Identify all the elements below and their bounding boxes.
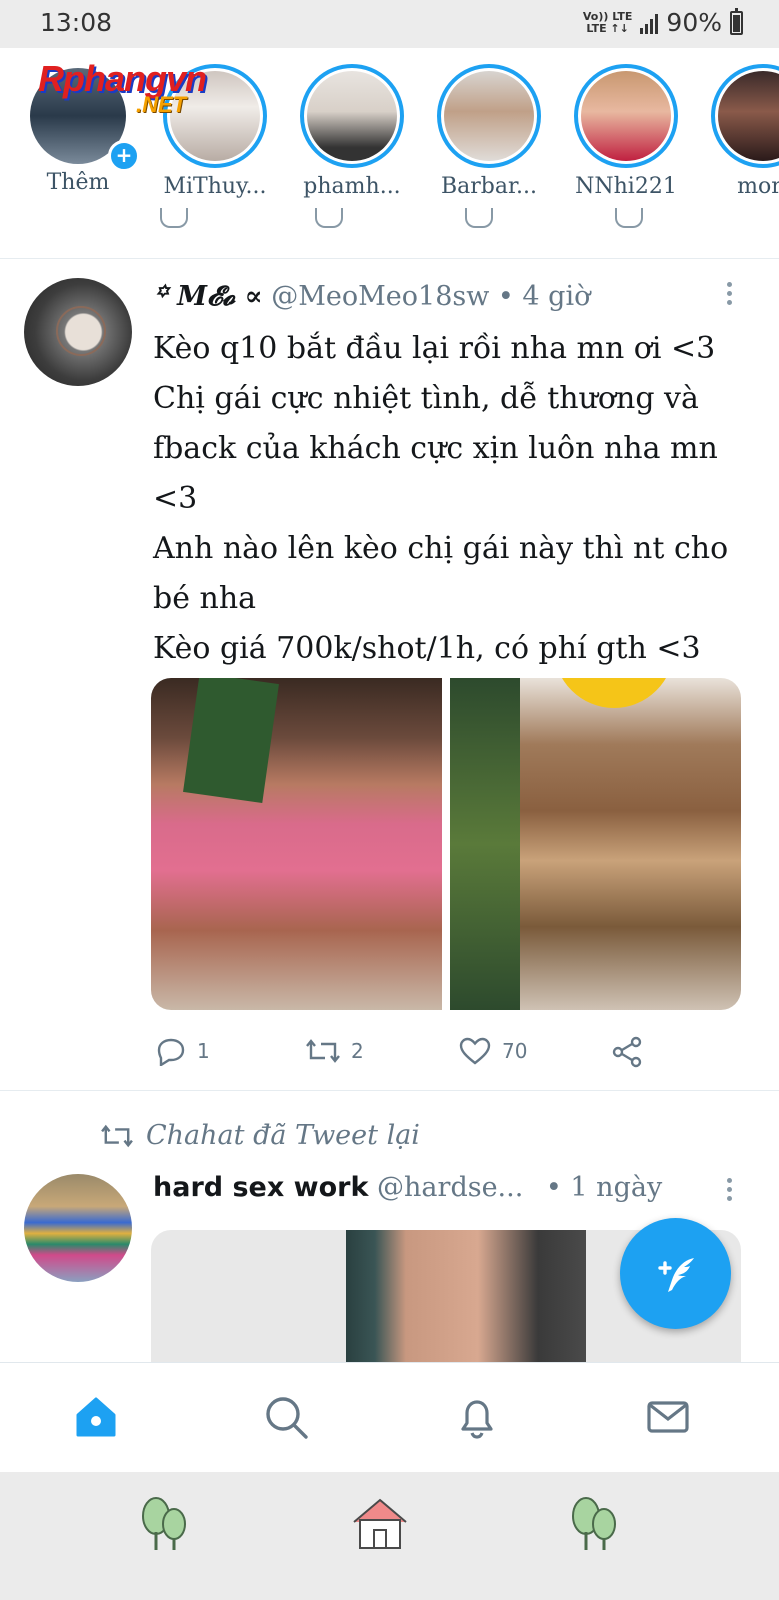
mail-icon [647, 1401, 689, 1433]
compose-icon [657, 1257, 694, 1292]
like-icon [459, 1037, 491, 1065]
tab-messages[interactable] [644, 1393, 692, 1441]
reply-icon [157, 1038, 185, 1066]
tweet-text: Kèo q10 bắt đầu lại rồi nha mn ơi <3 Chị… [153, 331, 738, 666]
status-bar: 13:08 Vo)) LTE LTE ↑↓ 90% [0, 0, 779, 48]
retweet-icon [306, 1039, 340, 1063]
watermark-logo: Rphangvn .NET [38, 58, 207, 117]
house-icon [353, 1498, 407, 1549]
retweet-button[interactable]: 2 [305, 1036, 364, 1066]
reply-icon[interactable] [160, 208, 188, 228]
display-name[interactable]: hard sex work [153, 1172, 368, 1203]
fleet-avatar [718, 71, 779, 161]
tweet[interactable]: ꙳ M𝓔𝓸 ∝ @MeoMeo18sw • 4 giờ Kèo q10 bắt … [0, 254, 779, 1090]
handle: @hardse... [377, 1172, 524, 1203]
retweet-icon[interactable] [315, 208, 343, 228]
reply-button[interactable]: 1 [155, 1036, 210, 1066]
plus-icon: + [108, 140, 140, 172]
fleet-item[interactable]: mori [703, 64, 779, 199]
timestamp: • 1 ngày [545, 1172, 663, 1203]
handle-and-time: @MeoMeo18sw • 4 giờ [271, 281, 591, 312]
fleet-item[interactable]: NNhi221 [566, 64, 686, 199]
system-nav-bar [0, 1472, 779, 1600]
share-button[interactable] [610, 1036, 644, 1068]
tweet-header: hard sex work @hardse... • 1 ngày [153, 1172, 662, 1203]
tweet-header: ꙳ M𝓔𝓸 ∝ @MeoMeo18sw • 4 giờ [153, 276, 590, 313]
fleet-item[interactable]: Barbar... [429, 64, 549, 199]
tweet-media[interactable] [151, 678, 741, 1010]
media-image[interactable] [450, 678, 741, 1010]
fleet-item[interactable]: phamh... [292, 64, 412, 199]
battery-level: 90% [666, 8, 722, 37]
trees-icon [572, 1497, 616, 1550]
fleets-bar: + Thêm MiThuy... phamh... Barbar... NNhi… [0, 48, 779, 218]
fleet-avatar [581, 71, 671, 161]
like-icon[interactable] [465, 208, 493, 228]
share-icon [612, 1036, 642, 1068]
fleet-avatar [307, 71, 397, 161]
battery-icon [730, 7, 743, 35]
share-icon[interactable] [615, 208, 643, 228]
tab-notifications[interactable] [453, 1393, 501, 1441]
avatar[interactable] [24, 278, 132, 386]
signal-icon [640, 12, 659, 34]
home-button[interactable] [350, 1494, 410, 1554]
media-image[interactable] [151, 678, 442, 1010]
back-button[interactable] [566, 1494, 626, 1554]
previous-tweet-actions [0, 208, 779, 259]
fleet-avatar [444, 71, 534, 161]
retweet-icon [101, 1124, 133, 1147]
more-icon[interactable] [727, 282, 733, 309]
bottom-tab-bar [0, 1362, 779, 1471]
media-image[interactable] [346, 1230, 586, 1362]
tab-home[interactable] [72, 1393, 120, 1441]
display-name[interactable]: ꙳ M𝓔𝓸 ∝ [153, 281, 263, 312]
status-icons: Vo)) LTE LTE ↑↓ 90% [582, 7, 743, 37]
trees-icon [142, 1497, 186, 1550]
like-button[interactable]: 70 [458, 1036, 527, 1066]
compose-button[interactable] [620, 1218, 731, 1329]
search-icon [266, 1397, 308, 1439]
more-icon[interactable] [727, 1178, 733, 1205]
network-indicator: Vo)) LTE LTE ↑↓ [582, 9, 633, 35]
recent-apps-button[interactable] [136, 1494, 196, 1554]
retweet-context: Chahat đã Tweet lại [100, 1120, 420, 1151]
avatar[interactable] [24, 1174, 132, 1282]
bell-icon [461, 1400, 493, 1439]
tweet-actions: 1 2 70 [155, 1036, 755, 1072]
clock: 13:08 [40, 8, 113, 37]
tab-search[interactable] [262, 1393, 310, 1441]
home-icon [76, 1397, 116, 1437]
